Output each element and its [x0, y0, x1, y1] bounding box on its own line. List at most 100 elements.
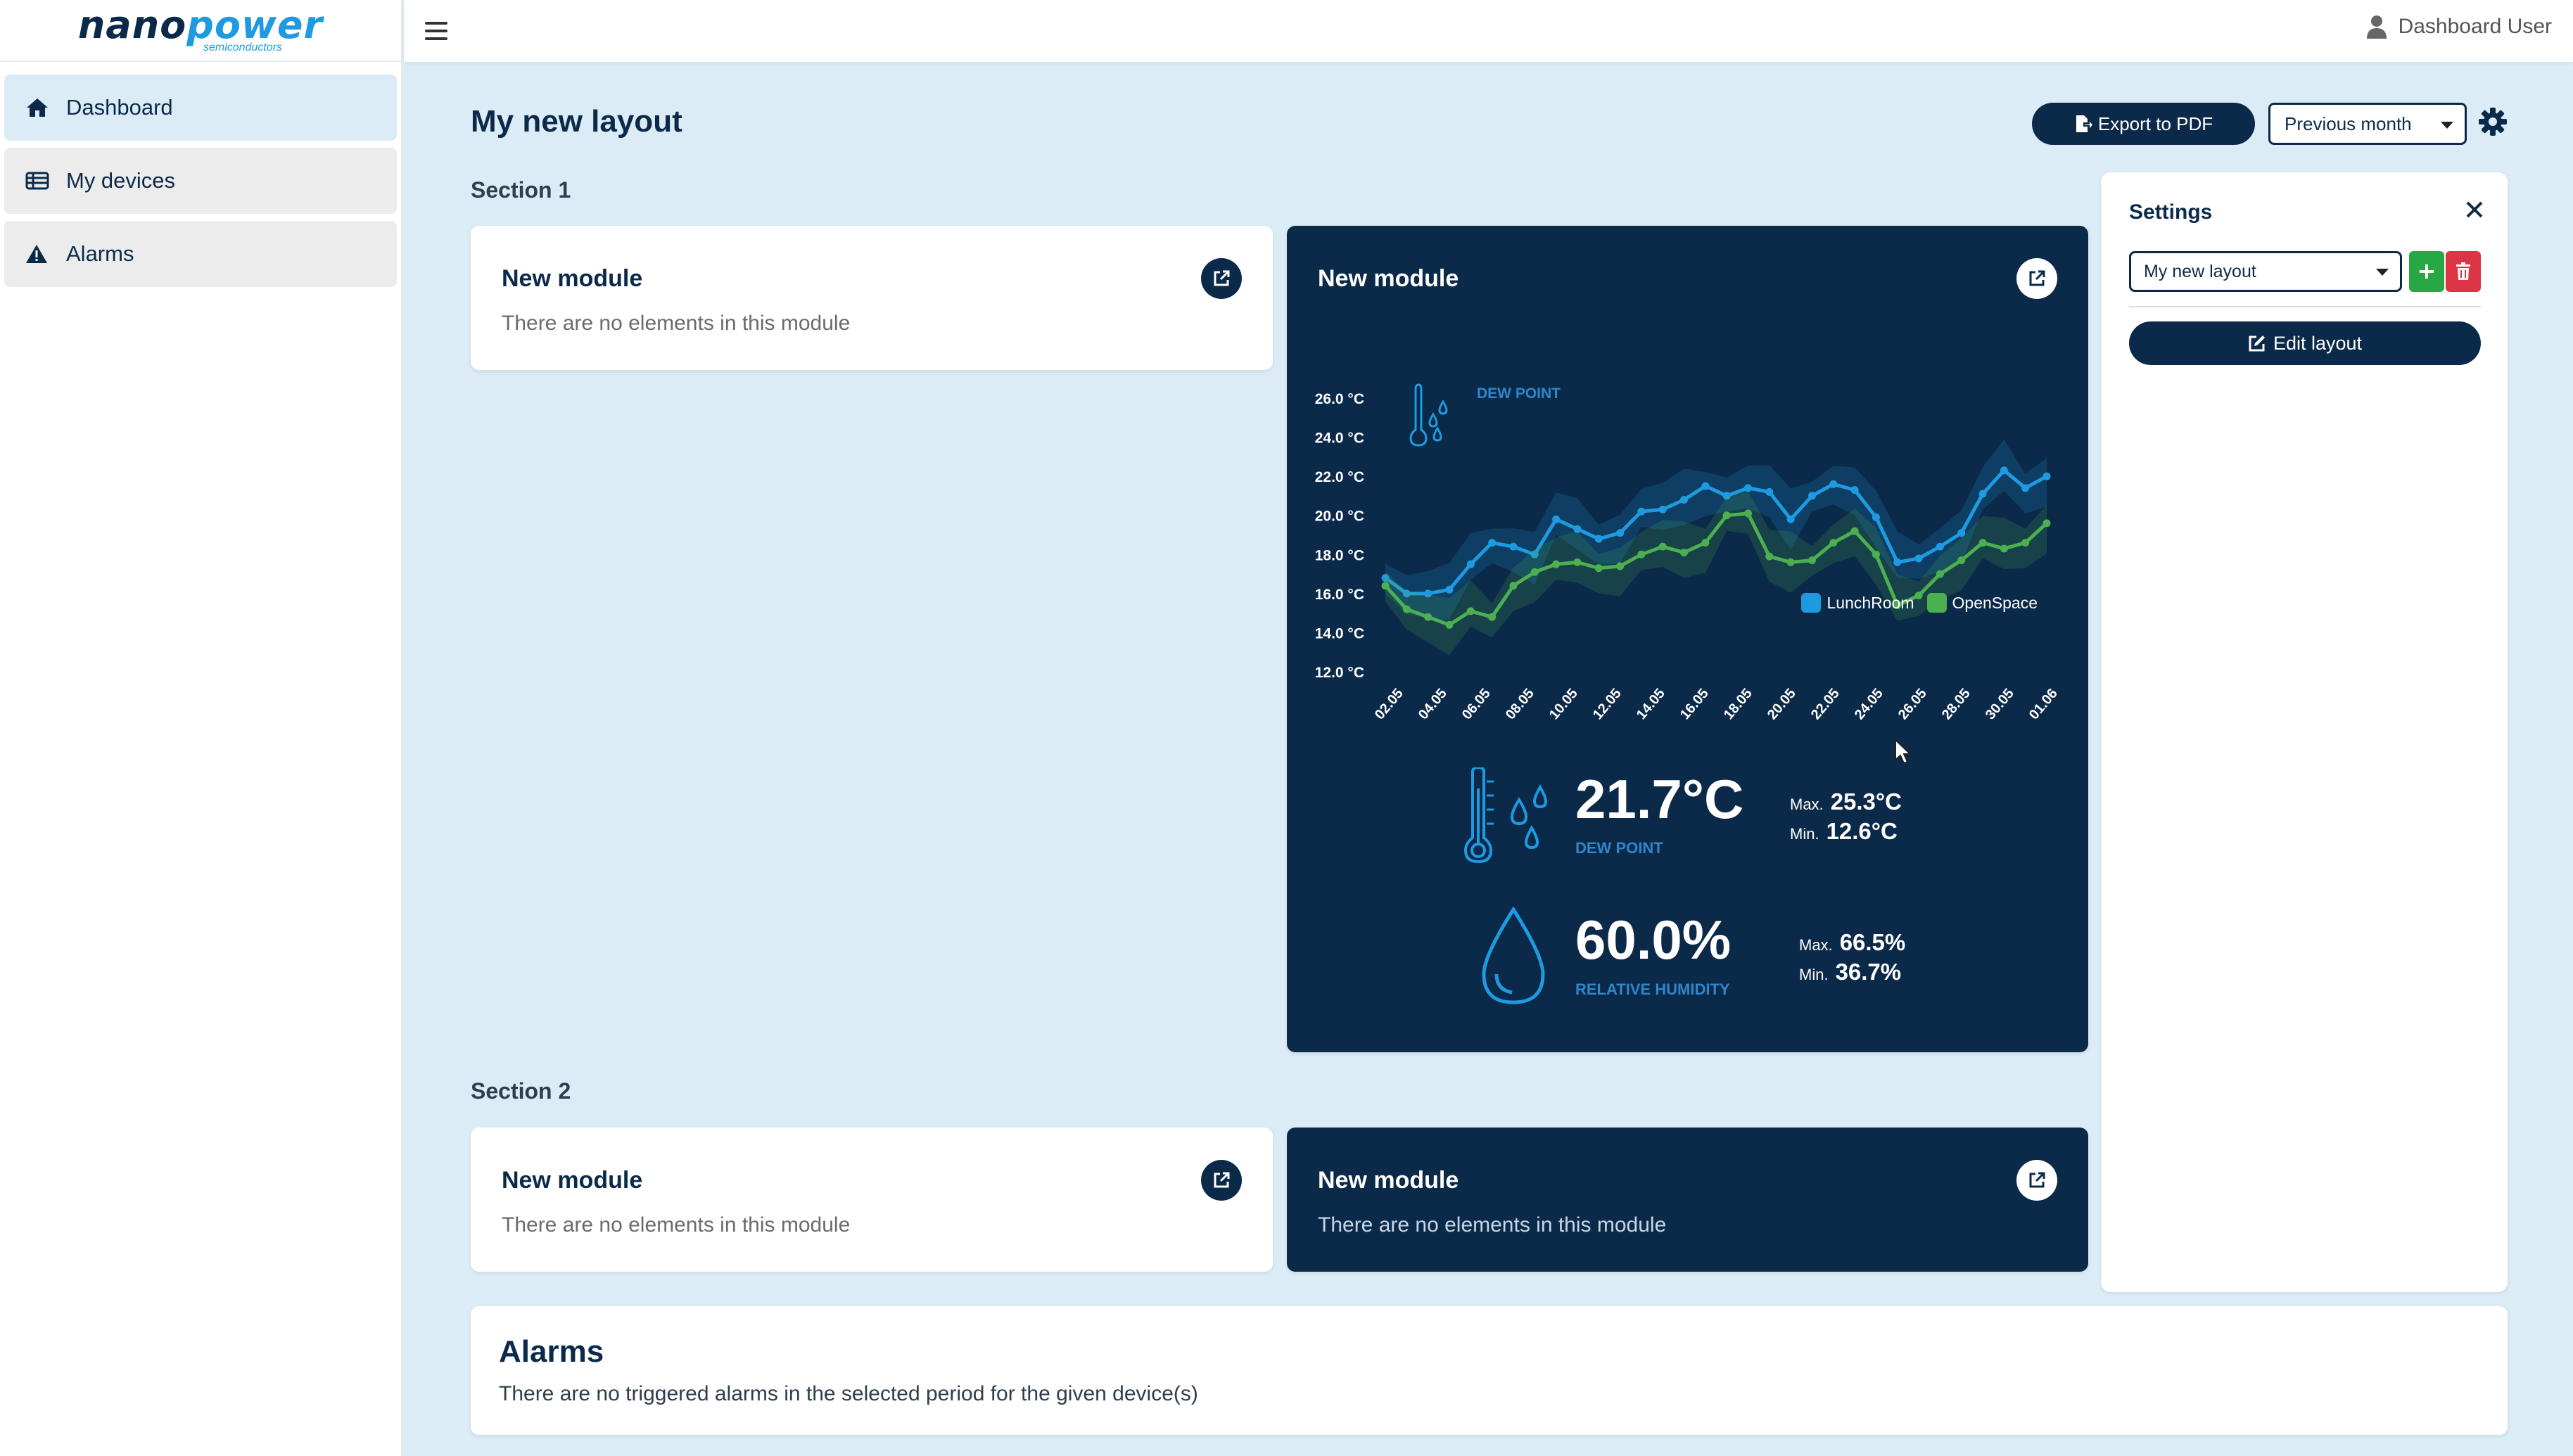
data-point [2021, 539, 2030, 547]
delete-layout-button[interactable] [2446, 251, 2481, 292]
dew-point-annotation-icon [1409, 383, 1448, 447]
data-point [1786, 515, 1795, 523]
legend-item[interactable]: OpenSpace [1926, 593, 2038, 613]
edit-icon [2249, 336, 2265, 352]
x-tick-label: 30.05 [1983, 686, 2017, 722]
brand-name-part2: power [186, 3, 324, 47]
data-point [1616, 529, 1625, 537]
data-point [1978, 490, 1987, 498]
legend-label: OpenSpace [1952, 593, 2038, 612]
layout-select[interactable]: My new layout [2129, 251, 2402, 292]
thermometer-drops-icon [1463, 767, 1548, 864]
sidebar-nav: Dashboard My devices Alarms [0, 62, 401, 287]
min-value: 36.7% [1835, 959, 1902, 985]
data-point [1573, 558, 1582, 566]
module-card: New module There are no elements in this… [471, 1128, 1273, 1272]
data-point [1594, 564, 1603, 573]
edit-layout-button[interactable]: Edit layout [2129, 321, 2481, 365]
data-point [1701, 539, 1710, 547]
data-point [1509, 582, 1518, 590]
edit-layout-label: Edit layout [2273, 332, 2363, 354]
x-tick-label: 16.05 [1677, 686, 1712, 722]
legend-item[interactable]: LunchRoom [1801, 593, 1914, 613]
data-point [1936, 542, 1944, 551]
data-point [1936, 570, 1944, 578]
sidebar-item-my-devices[interactable]: My devices [4, 148, 397, 214]
sidebar-item-alarms[interactable]: Alarms [4, 221, 397, 287]
data-point [1552, 515, 1561, 523]
y-tick-label: 22.0 °C [1315, 469, 1364, 485]
module-title: New module [502, 1167, 643, 1194]
open-external-button[interactable] [2016, 1160, 2057, 1201]
data-point [1445, 585, 1454, 594]
export-pdf-button[interactable]: Export to PDF [2032, 103, 2255, 145]
y-tick-label: 24.0 °C [1315, 430, 1364, 447]
sidebar-item-label: Alarms [66, 241, 134, 266]
alarms-title: Alarms [499, 1334, 604, 1369]
module-card: New module There are no elements in this… [1287, 1128, 2088, 1272]
data-point [2042, 472, 2051, 480]
period-value: Previous month [2285, 113, 2412, 134]
sidebar-item-label: My devices [66, 168, 176, 193]
export-pdf-label: Export to PDF [2097, 113, 2213, 134]
user-icon [2366, 15, 2387, 39]
data-point [1424, 613, 1432, 621]
data-point [1872, 513, 1880, 521]
brand-name-part1: nano [77, 3, 187, 47]
humidity-label: RELATIVE HUMIDITY [1575, 981, 1730, 998]
humidity-max: Max. 66.5% [1799, 929, 1905, 956]
close-icon[interactable] [2464, 199, 2485, 224]
gear-icon[interactable] [2478, 107, 2508, 140]
x-tick-label: 04.05 [1416, 686, 1450, 722]
y-tick-label: 26.0 °C [1315, 391, 1364, 407]
add-layout-button[interactable] [2409, 251, 2444, 292]
data-point [1466, 607, 1475, 615]
data-point [1957, 556, 1966, 565]
alarms-empty-text: There are no triggered alarms in the sel… [499, 1382, 1198, 1405]
open-external-button[interactable] [1201, 258, 1242, 299]
data-point [1808, 492, 1816, 500]
y-tick-label: 16.0 °C [1315, 587, 1364, 603]
period-select[interactable]: Previous month [2268, 103, 2467, 145]
series-band [1385, 490, 2047, 656]
user-menu[interactable]: Dashboard User [2366, 14, 2552, 39]
x-tick-label: 06.05 [1459, 686, 1494, 722]
max-value: 25.3°C [1830, 788, 1902, 815]
x-tick-label: 02.05 [1372, 686, 1406, 722]
data-point [1658, 542, 1667, 551]
sidebar-item-dashboard[interactable]: Dashboard [4, 75, 397, 141]
data-point [1872, 550, 1880, 558]
data-point [1402, 605, 1411, 613]
data-point [1680, 495, 1689, 504]
data-point [1765, 552, 1774, 561]
legend-swatch [1926, 593, 1947, 613]
legend-label: LunchRoom [1826, 593, 1914, 612]
module-empty-text: There are no elements in this module [502, 312, 851, 335]
section-1-label: Section 1 [471, 177, 571, 203]
data-point [1680, 549, 1689, 557]
open-external-button[interactable] [1201, 1160, 1242, 1201]
chevron-down-icon [2441, 122, 2453, 129]
data-point [1743, 509, 1752, 518]
x-tick-label: 01.06 [2026, 686, 2061, 722]
data-point [1658, 505, 1667, 513]
data-point [1786, 558, 1795, 566]
data-point [1722, 511, 1731, 520]
data-point [1829, 480, 1838, 488]
y-tick-label: 12.0 °C [1315, 665, 1364, 681]
external-link-icon [2029, 1172, 2045, 1188]
data-point [2021, 484, 2030, 492]
alarms-panel: Alarms There are no triggered alarms in … [471, 1306, 2508, 1435]
data-point [1509, 542, 1518, 551]
legend-swatch [1801, 593, 1822, 613]
x-tick-label: 10.05 [1546, 686, 1581, 722]
data-point [1914, 554, 1923, 563]
dew-point-value: 21.7°C [1575, 768, 1744, 830]
mouse-cursor-icon [1895, 739, 1912, 765]
menu-toggle-icon[interactable] [425, 15, 456, 46]
brand-sub: semiconductors [203, 41, 283, 53]
y-tick-label: 18.0 °C [1315, 547, 1364, 563]
module-empty-text: There are no elements in this module [1318, 1213, 1667, 1237]
data-point [1445, 620, 1454, 629]
layout-value: My new layout [2144, 261, 2256, 281]
